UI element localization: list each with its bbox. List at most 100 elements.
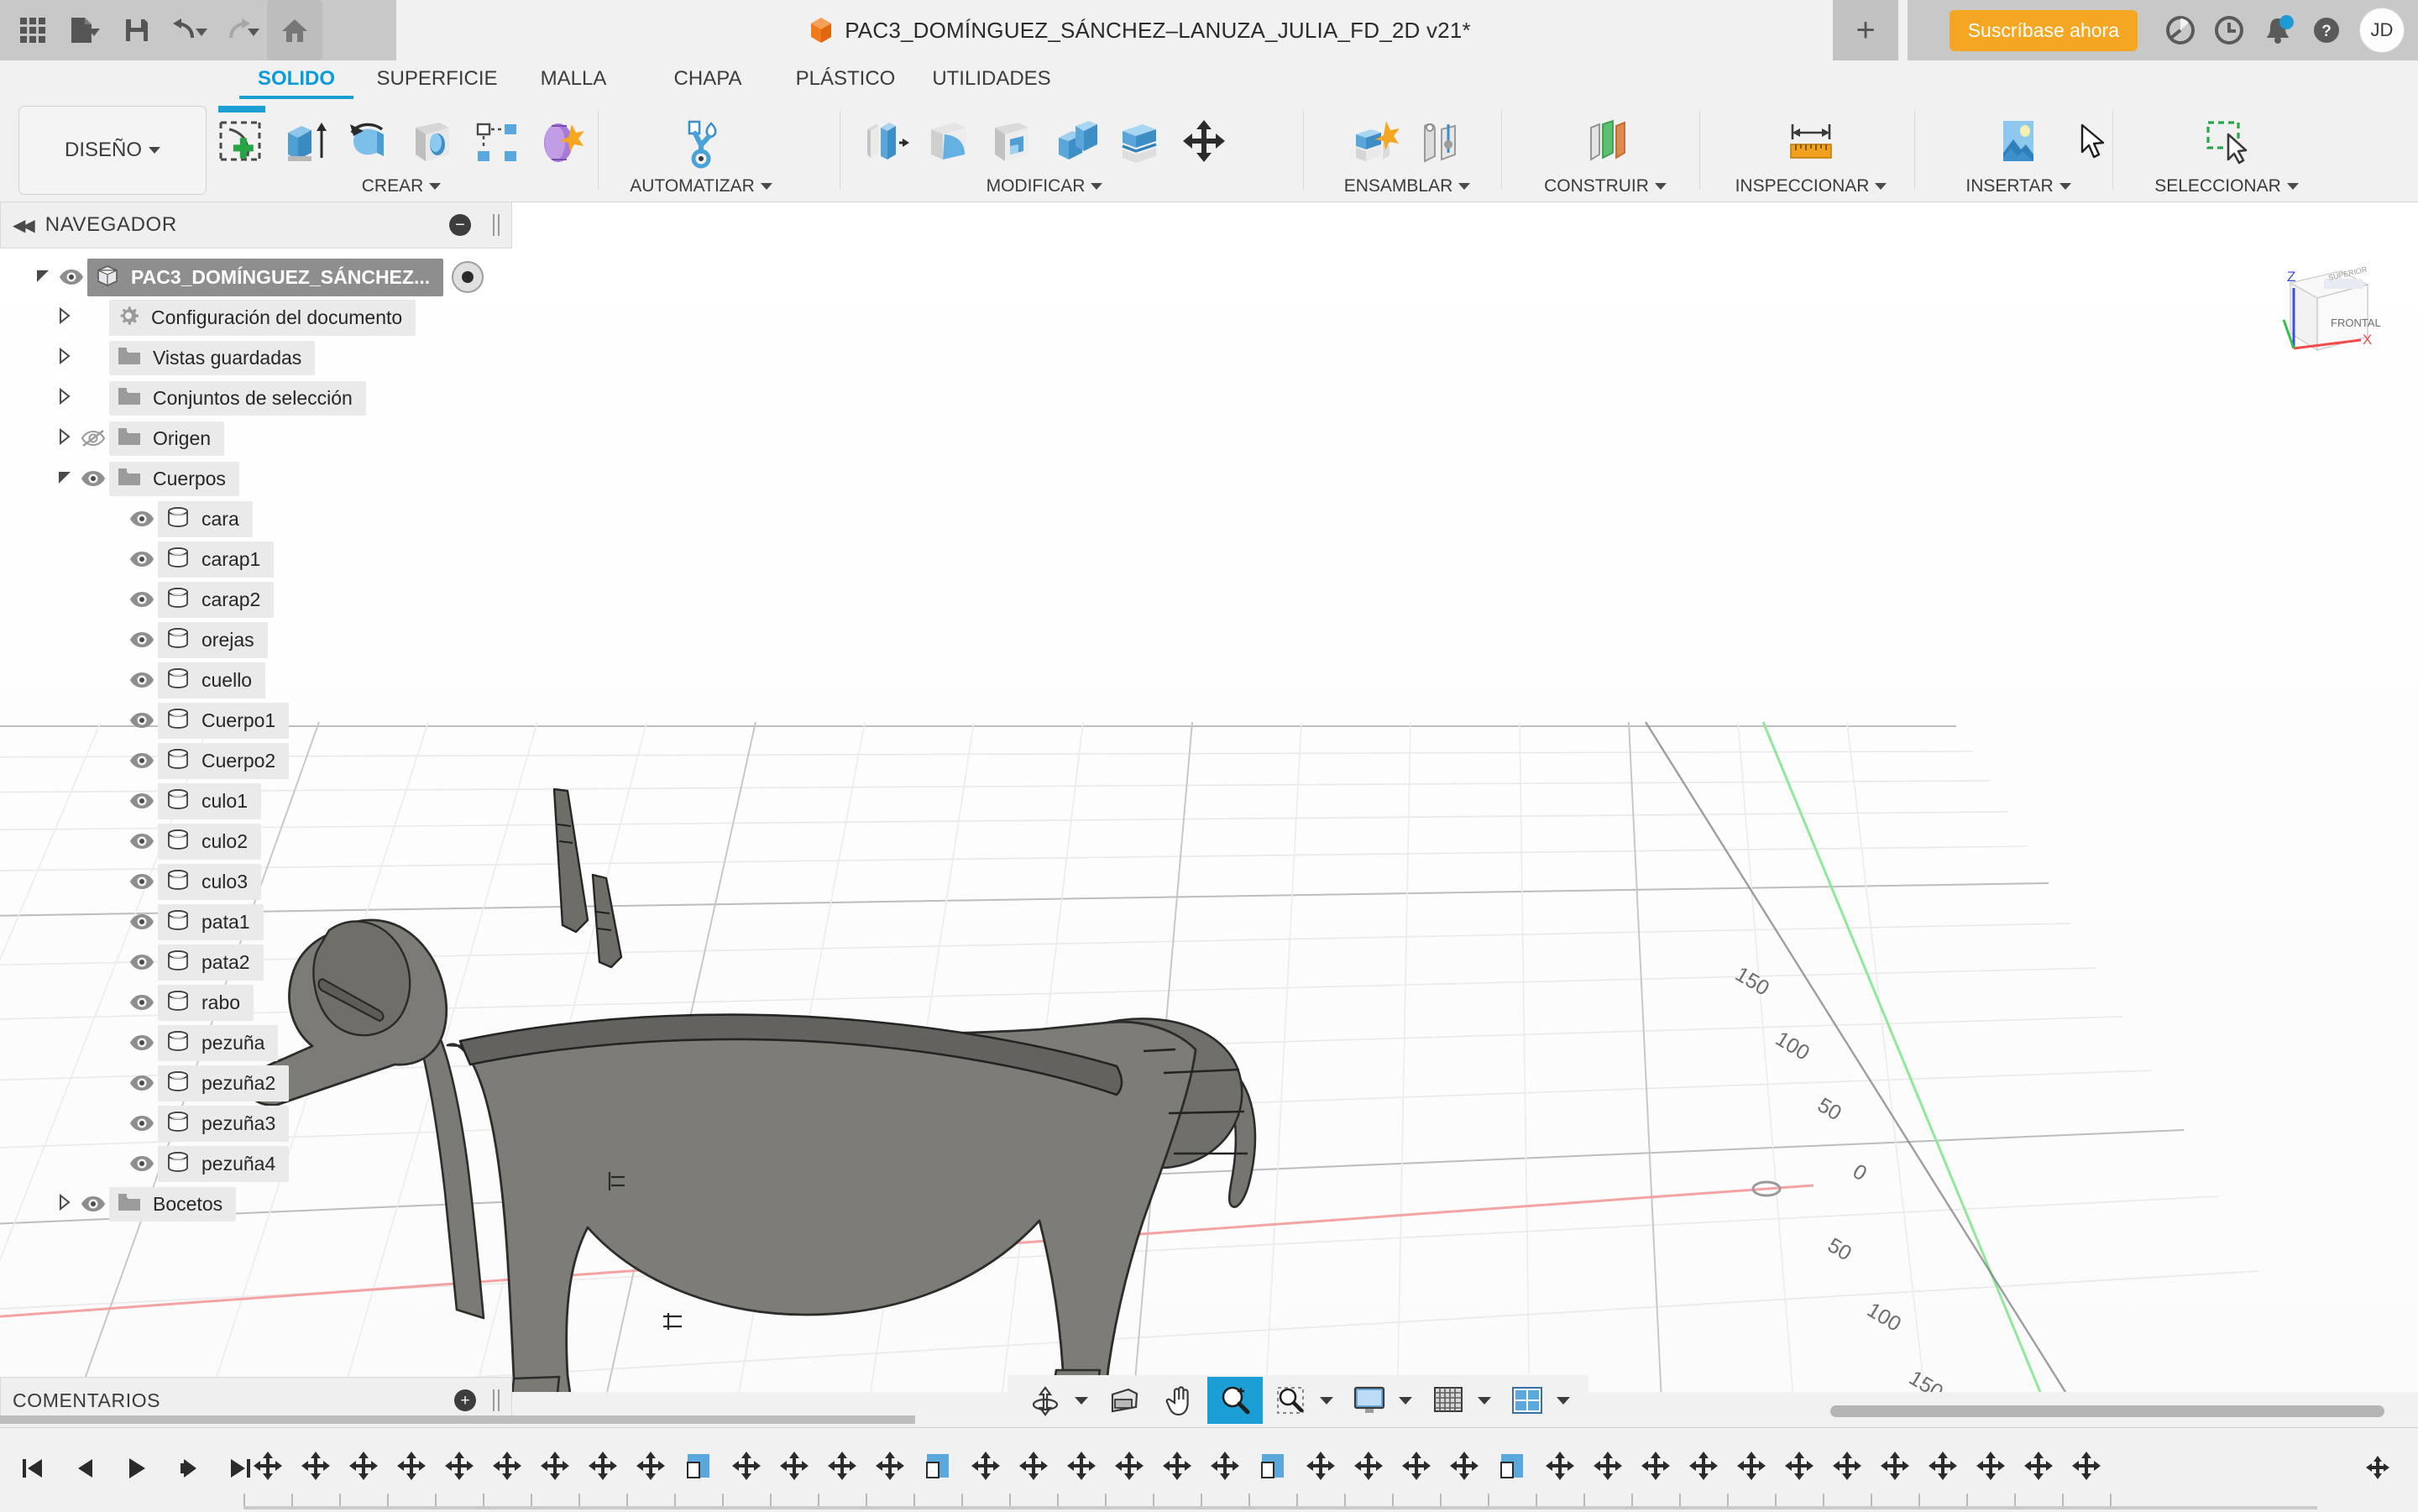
timeline-extrude-feature[interactable] xyxy=(913,1435,961,1497)
visibility-eye-icon[interactable] xyxy=(126,506,158,531)
view-cube[interactable]: SUPERIOR FRONTAL Z X xyxy=(2258,239,2384,365)
extensions-icon[interactable] xyxy=(2156,0,2205,60)
panel-resize-grip[interactable] xyxy=(493,214,500,236)
panel-resize-grip[interactable] xyxy=(493,1389,500,1411)
press-pull-icon[interactable] xyxy=(855,107,915,176)
chevron-down-icon[interactable] xyxy=(1320,1396,1333,1405)
tree-row-root[interactable]: PAC3_DOMÍNGUEZ_SÁNCHEZ... xyxy=(0,257,512,297)
timeline-move-feature[interactable] xyxy=(531,1435,578,1497)
timeline-move-feature[interactable] xyxy=(435,1435,483,1497)
tree-node-body[interactable]: culo3 xyxy=(158,863,261,900)
tab-chapa[interactable]: CHAPA xyxy=(641,60,775,99)
timeline-move-feature[interactable] xyxy=(2062,1435,2110,1497)
timeline-extrude-feature[interactable] xyxy=(674,1435,722,1497)
tree-node-body[interactable]: pata2 xyxy=(158,944,264,981)
tab-plastico[interactable]: PLÁSTICO xyxy=(775,60,916,99)
tree-row-sketches[interactable]: Bocetos xyxy=(0,1184,512,1224)
tree-row-body[interactable]: orejas xyxy=(0,620,512,660)
timeline-move-feature[interactable] xyxy=(818,1435,866,1497)
timeline-move-feature[interactable] xyxy=(1966,1435,2014,1497)
expand-arrow-expanded-icon[interactable] xyxy=(55,468,77,489)
timeline-move-feature[interactable] xyxy=(866,1435,913,1497)
go-to-beginning-icon[interactable] xyxy=(8,1443,55,1494)
measure-icon[interactable] xyxy=(1781,107,1841,176)
tree-node-body[interactable]: Cuerpo2 xyxy=(158,742,290,779)
visibility-eye-icon[interactable] xyxy=(126,547,158,572)
ribbon-group-label-crear[interactable]: CREAR xyxy=(362,176,442,196)
expand-arrow-icon[interactable] xyxy=(55,347,77,369)
step-back-icon[interactable] xyxy=(60,1443,107,1494)
tree-node-body[interactable]: rabo xyxy=(158,984,254,1021)
timeline-end-icon[interactable] xyxy=(2359,1450,2396,1487)
visibility-eye-icon[interactable] xyxy=(126,829,158,854)
timeline-move-feature[interactable] xyxy=(1631,1435,1679,1497)
viewports-icon[interactable] xyxy=(1499,1377,1555,1424)
tree-row-origin[interactable]: Origen xyxy=(0,418,512,458)
tree-row-body[interactable]: carap1 xyxy=(0,539,512,579)
tree-node-origin[interactable]: Origen xyxy=(109,421,225,456)
orbit-icon[interactable] xyxy=(1018,1377,1073,1424)
timeline-move-feature[interactable] xyxy=(1775,1435,1823,1497)
fillet-icon[interactable] xyxy=(919,107,979,176)
look-at-icon[interactable] xyxy=(1096,1377,1152,1424)
automate-icon[interactable] xyxy=(671,107,731,176)
tree-node-body[interactable]: cuello xyxy=(158,662,266,698)
timeline-move-feature[interactable] xyxy=(291,1435,339,1497)
visibility-eye-off-icon[interactable] xyxy=(77,426,109,451)
combine-icon[interactable] xyxy=(1046,107,1107,176)
tree-node-body[interactable]: pata1 xyxy=(158,903,264,940)
redo-icon[interactable] xyxy=(215,5,267,55)
expand-arrow-icon[interactable] xyxy=(55,427,77,449)
visibility-eye-icon[interactable] xyxy=(126,627,158,652)
viewport-scrollbar-track[interactable] xyxy=(0,1415,915,1424)
joint-icon[interactable] xyxy=(1409,107,1469,176)
expand-arrow-icon[interactable] xyxy=(55,306,77,328)
timeline-extrude-feature[interactable] xyxy=(1488,1435,1536,1497)
timeline-move-feature[interactable] xyxy=(626,1435,674,1497)
chevron-down-icon[interactable] xyxy=(149,147,160,154)
timeline-move-feature[interactable] xyxy=(1296,1435,1344,1497)
timeline-move-feature[interactable] xyxy=(339,1435,387,1497)
ribbon-group-label-modificar[interactable]: MODIFICAR xyxy=(987,176,1103,196)
offset-plane-icon[interactable] xyxy=(1575,107,1636,176)
tree-node-saved-views[interactable]: Vistas guardadas xyxy=(109,340,316,375)
undo-icon[interactable] xyxy=(163,5,215,55)
visibility-eye-icon[interactable] xyxy=(126,708,158,733)
pattern-icon[interactable] xyxy=(467,107,527,176)
workspace-selector[interactable]: DISEÑO xyxy=(18,106,207,195)
ribbon-group-label-seleccionar[interactable]: SELECCIONAR xyxy=(2154,176,2299,196)
shell-icon[interactable] xyxy=(982,107,1043,176)
notifications-icon[interactable] xyxy=(2253,0,2302,60)
visibility-eye-icon[interactable] xyxy=(126,1030,158,1055)
chevron-down-icon[interactable] xyxy=(88,28,100,36)
chevron-down-icon[interactable] xyxy=(1399,1396,1412,1405)
timeline-move-feature[interactable] xyxy=(1918,1435,1966,1497)
expand-arrow-expanded-icon[interactable] xyxy=(34,266,55,288)
tree-node-body[interactable]: carap2 xyxy=(158,581,275,618)
timeline-move-feature[interactable] xyxy=(1823,1435,1871,1497)
timeline-move-feature[interactable] xyxy=(1727,1435,1775,1497)
tree-node-selection-sets[interactable]: Conjuntos de selección xyxy=(109,380,366,416)
tab-malla[interactable]: MALLA xyxy=(506,60,641,99)
zoom-window-icon[interactable] xyxy=(1263,1377,1318,1424)
tree-node-body[interactable]: cara xyxy=(158,500,253,537)
activate-component-radio[interactable] xyxy=(452,261,484,293)
timeline-move-feature[interactable] xyxy=(722,1435,770,1497)
timeline-move-feature[interactable] xyxy=(1057,1435,1105,1497)
collapse-panel-icon[interactable]: ◀◀ xyxy=(13,215,35,236)
chevron-down-icon[interactable] xyxy=(1075,1396,1088,1405)
add-comment-icon[interactable]: + xyxy=(454,1389,476,1411)
tree-node-body[interactable]: pezuña xyxy=(158,1024,279,1061)
insert-image-icon[interactable] xyxy=(1988,107,2049,176)
display-settings-icon[interactable] xyxy=(1342,1377,1397,1424)
tree-node-body[interactable]: culo2 xyxy=(158,823,261,860)
new-component-icon[interactable] xyxy=(1345,107,1405,176)
pan-icon[interactable] xyxy=(1152,1377,1207,1424)
timeline-move-feature[interactable] xyxy=(1440,1435,1488,1497)
tree-node-document-settings[interactable]: Configuración del documento xyxy=(109,299,416,336)
timeline-move-feature[interactable] xyxy=(1871,1435,1918,1497)
tree-row-body[interactable]: Cuerpo1 xyxy=(0,700,512,740)
timeline-move-feature[interactable] xyxy=(1392,1435,1440,1497)
tree-row-body[interactable]: pata2 xyxy=(0,942,512,982)
visibility-eye-icon[interactable] xyxy=(55,264,87,290)
